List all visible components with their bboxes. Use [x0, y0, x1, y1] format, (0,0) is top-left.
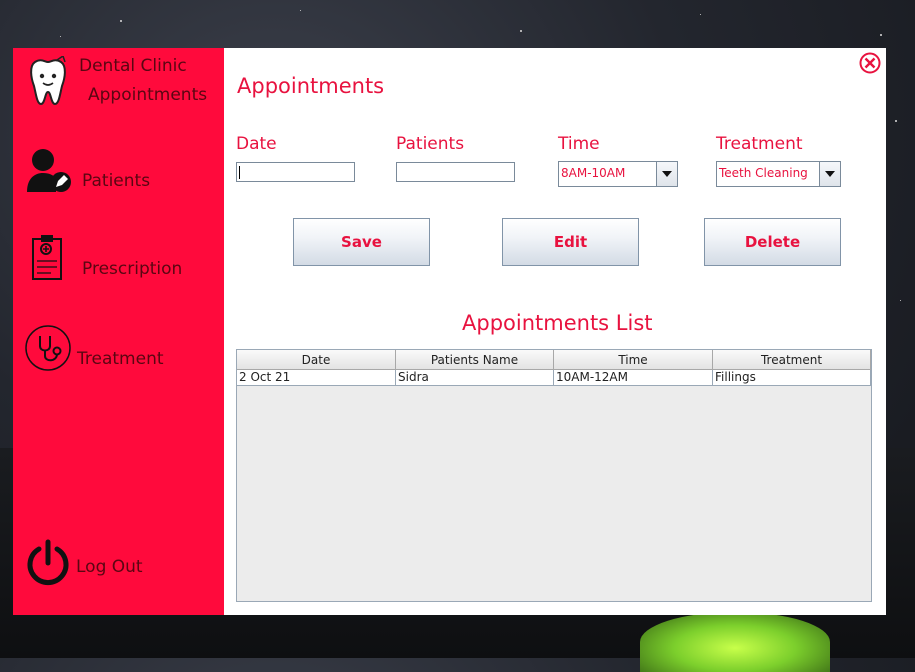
delete-button[interactable]: Delete: [704, 218, 841, 266]
date-field[interactable]: [236, 162, 355, 182]
column-header-date[interactable]: Date: [237, 350, 396, 370]
save-button[interactable]: Save: [293, 218, 430, 266]
main-panel: Appointments Date Patients Time Treatmen…: [224, 48, 886, 615]
appointments-table: Date Patients Name Time Treatment 2 Oct …: [236, 349, 872, 602]
treatment-select-arrow[interactable]: [819, 162, 840, 186]
brand-line-1: Dental Clinic: [79, 56, 187, 76]
treatment-label: Treatment: [716, 134, 803, 154]
time-select-value: 8AM-10AM: [561, 166, 626, 180]
edit-button[interactable]: Edit: [502, 218, 639, 266]
power-icon[interactable]: [25, 539, 71, 591]
table-cell-time: 10AM-12AM: [554, 370, 713, 386]
treatment-select-value: Teeth Cleaning: [719, 166, 808, 180]
sidebar-item-patients[interactable]: Patients: [82, 171, 150, 191]
background-tent: [640, 612, 830, 672]
clipboard-icon[interactable]: [31, 234, 65, 286]
patients-field[interactable]: [396, 162, 515, 182]
table-cell-treatment: Fillings: [713, 370, 871, 386]
text-caret: [239, 166, 240, 179]
sidebar: Dental Clinic Appointments Patients Pres…: [13, 48, 224, 615]
table-cell-date: 2 Oct 21: [237, 370, 396, 386]
column-header-time[interactable]: Time: [554, 350, 713, 370]
brand-line-2: Appointments: [88, 85, 208, 105]
time-label: Time: [558, 134, 600, 154]
patients-label: Patients: [396, 134, 465, 154]
time-select[interactable]: 8AM-10AM: [558, 161, 678, 187]
sidebar-item-prescription[interactable]: Prescription: [82, 259, 182, 279]
logout-button[interactable]: Log Out: [76, 557, 143, 577]
column-header-patients-name[interactable]: Patients Name: [396, 350, 554, 370]
column-header-treatment[interactable]: Treatment: [713, 350, 871, 370]
page-title: Appointments: [237, 74, 385, 98]
app-window: Dental Clinic Appointments Patients Pres…: [13, 48, 886, 615]
sidebar-item-treatment[interactable]: Treatment: [77, 349, 164, 369]
tooth-logo-icon: [27, 54, 69, 112]
stethoscope-icon[interactable]: [24, 324, 72, 376]
appointments-list-title: Appointments List: [462, 311, 653, 335]
close-icon[interactable]: [859, 52, 881, 78]
time-select-arrow[interactable]: [656, 162, 677, 186]
patient-icon[interactable]: [25, 146, 73, 198]
table-row[interactable]: 2 Oct 21 Sidra 10AM-12AM Fillings: [237, 370, 871, 386]
table-cell-patient: Sidra: [396, 370, 554, 386]
treatment-select[interactable]: Teeth Cleaning: [716, 161, 841, 187]
chevron-down-icon: [825, 171, 835, 177]
chevron-down-icon: [662, 171, 672, 177]
date-label: Date: [236, 134, 277, 154]
